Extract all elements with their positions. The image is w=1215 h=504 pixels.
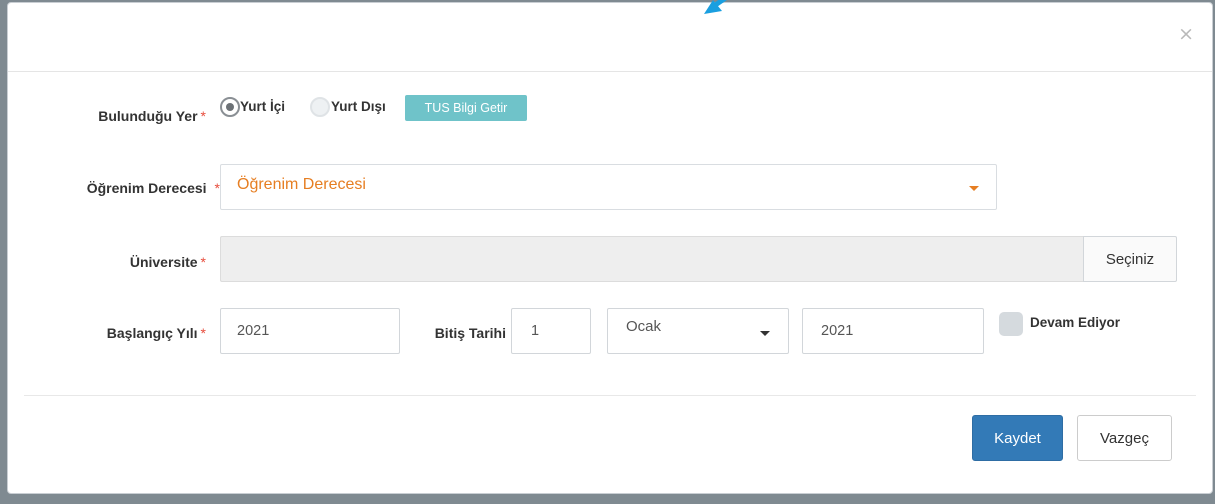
- university-label: Üniversite *: [68, 254, 206, 270]
- chevron-down-icon: [969, 186, 979, 191]
- degree-select-value: Öğrenim Derecesi: [237, 176, 366, 193]
- end-date-label: Bitiş Tarihi: [434, 325, 506, 341]
- start-year-value: 2021: [237, 323, 270, 339]
- ongoing-label[interactable]: Devam Ediyor: [1030, 315, 1120, 330]
- end-year-input[interactable]: 2021: [802, 308, 984, 354]
- required-mark: *: [200, 254, 206, 270]
- cursor-arrow-icon: [704, 0, 727, 14]
- required-mark: *: [200, 108, 206, 124]
- required-mark: *: [200, 325, 206, 341]
- degree-label-text: Öğrenim Derecesi: [86, 180, 207, 196]
- end-month-value: Ocak: [626, 318, 662, 335]
- radio-yurt-ici[interactable]: [220, 97, 240, 117]
- degree-select[interactable]: Öğrenim Derecesi: [220, 164, 997, 210]
- end-month-select[interactable]: Ocak: [607, 308, 789, 354]
- degree-label: Öğrenim Derecesi *: [28, 180, 220, 196]
- university-select-button[interactable]: Seçiniz: [1083, 236, 1177, 282]
- radio-yurt-ici-label[interactable]: Yurt İçi: [240, 99, 285, 114]
- radio-yurt-disi-label[interactable]: Yurt Dışı: [331, 99, 386, 114]
- end-year-value: 2021: [821, 323, 854, 339]
- end-day-value: 1: [531, 323, 540, 339]
- start-year-label-text: Başlangıç Yılı: [106, 325, 198, 341]
- footer-divider: [24, 395, 1196, 396]
- start-year-label: Başlangıç Yılı *: [48, 325, 206, 341]
- start-year-input[interactable]: 2021: [220, 308, 400, 354]
- tus-fetch-button[interactable]: TUS Bilgi Getir: [405, 95, 527, 121]
- save-button[interactable]: Kaydet: [972, 415, 1063, 461]
- university-label-text: Üniversite: [129, 254, 198, 270]
- university-field[interactable]: [220, 236, 1084, 282]
- cancel-button[interactable]: Vazgeç: [1077, 415, 1172, 461]
- location-label-text: Bulunduğu Yer: [98, 108, 198, 124]
- ongoing-checkbox[interactable]: [999, 312, 1023, 336]
- location-label: Bulunduğu Yer *: [68, 108, 206, 124]
- radio-yurt-disi[interactable]: [310, 97, 330, 117]
- chevron-down-icon: [760, 331, 770, 336]
- end-day-input[interactable]: 1: [511, 308, 591, 354]
- education-dialog: × Bulunduğu Yer * Yurt İçi Yurt Dışı TUS …: [7, 2, 1213, 494]
- dialog-header: ×: [8, 3, 1212, 72]
- close-icon[interactable]: ×: [1178, 25, 1194, 44]
